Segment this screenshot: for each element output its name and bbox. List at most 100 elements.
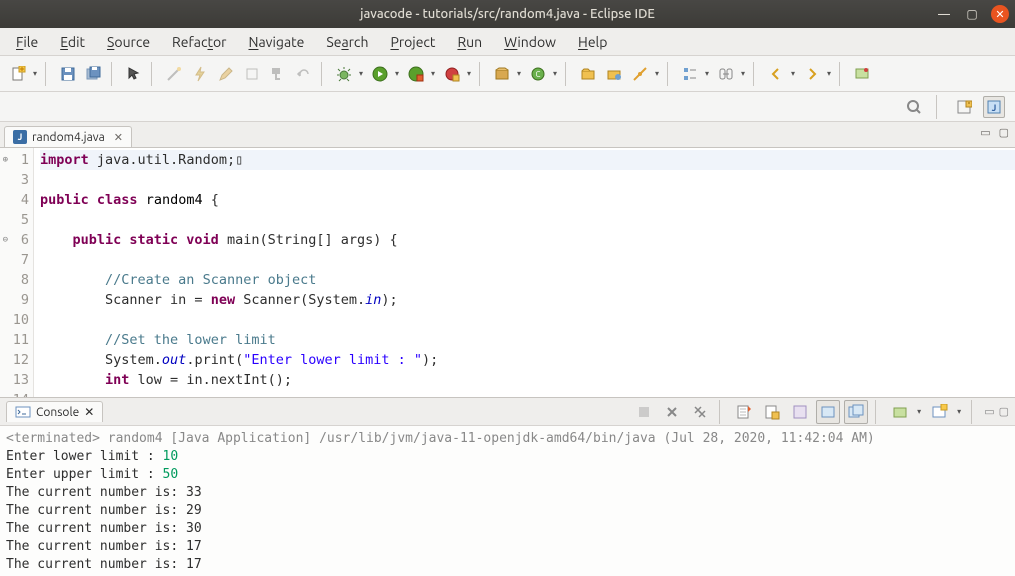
menu-search[interactable]: Search (316, 30, 378, 54)
maximize-pane-icon[interactable]: ▢ (999, 126, 1009, 139)
java-file-icon: J (13, 130, 27, 144)
remove-all-icon[interactable] (688, 400, 712, 424)
console-line: The current number is: 17 (6, 538, 1009, 556)
menu-refactor[interactable]: Refactor (162, 30, 236, 54)
run-last-button[interactable] (440, 62, 464, 86)
title-bar: javacode - tutorials/src/random4.java - … (0, 0, 1015, 28)
wand-icon[interactable] (162, 62, 186, 86)
paint-icon[interactable] (266, 62, 290, 86)
menu-bar: File Edit Source Refactor Navigate Searc… (0, 28, 1015, 56)
menu-help[interactable]: Help (568, 30, 617, 54)
pin-console-icon[interactable] (788, 400, 812, 424)
console-launch-header: <terminated> random4 [Java Application] … (6, 430, 1009, 448)
close-button[interactable]: ✕ (991, 5, 1009, 23)
coverage-button[interactable] (404, 62, 428, 86)
menu-edit[interactable]: Edit (50, 30, 95, 54)
debug-button[interactable] (332, 62, 356, 86)
scroll-lock-icon[interactable] (760, 400, 784, 424)
pointer-icon[interactable] (122, 62, 146, 86)
back-dropdown[interactable]: ▾ (788, 69, 798, 78)
console-maximize-icon[interactable]: ▢ (999, 405, 1009, 418)
editor-tab-bar: J random4.java ✕ ▭ ▢ (0, 122, 1015, 148)
back-button[interactable] (764, 62, 788, 86)
new-package-button[interactable] (490, 62, 514, 86)
undo-icon[interactable] (292, 62, 316, 86)
console-tab-close-icon[interactable]: ✕ (84, 405, 94, 419)
svg-text:J: J (992, 103, 997, 113)
run-button[interactable] (368, 62, 392, 86)
minimize-button[interactable]: — (935, 5, 953, 23)
pencil-icon[interactable] (214, 62, 238, 86)
open-type-button[interactable] (576, 62, 600, 86)
remove-launch-icon[interactable] (660, 400, 684, 424)
new-button[interactable] (6, 62, 30, 86)
new-class-button[interactable]: C (526, 62, 550, 86)
editor-tab-close-icon[interactable]: ✕ (114, 131, 123, 144)
quick-access-icon[interactable] (903, 96, 925, 118)
open-perspective-button[interactable] (953, 96, 975, 118)
console-line: The current number is: 33 (6, 484, 1009, 502)
new-console-icon[interactable] (928, 400, 952, 424)
search-button[interactable] (628, 62, 652, 86)
link-button[interactable] (714, 62, 738, 86)
console-line: Enter lower limit : 10 (6, 448, 1009, 466)
outline-dropdown[interactable]: ▾ (702, 69, 712, 78)
console-panel: Console ✕ ▾ ▾ ▭ ▢ <terminated> random4 [… (0, 398, 1015, 576)
box-icon[interactable] (240, 62, 264, 86)
run-last-dropdown[interactable]: ▾ (464, 69, 474, 78)
lightning-icon[interactable] (188, 62, 212, 86)
code-editor[interactable]: 1⊕3456⊖7891011121314 import java.util.Ra… (0, 148, 1015, 398)
menu-source[interactable]: Source (97, 30, 160, 54)
console-toolbar: ▾ ▾ ▭ ▢ (632, 400, 1009, 424)
debug-dropdown[interactable]: ▾ (356, 69, 366, 78)
save-button[interactable] (56, 62, 80, 86)
forward-button[interactable] (800, 62, 824, 86)
forward-dropdown[interactable]: ▾ (824, 69, 834, 78)
save-all-button[interactable] (82, 62, 106, 86)
menu-project[interactable]: Project (380, 30, 445, 54)
window-controls: — ▢ ✕ (935, 5, 1009, 23)
console-minimize-icon[interactable]: ▭ (984, 405, 994, 418)
new-package-dropdown[interactable]: ▾ (514, 69, 524, 78)
terminate-icon[interactable] (632, 400, 656, 424)
console-line: The current number is: 17 (6, 556, 1009, 574)
clear-console-icon[interactable] (732, 400, 756, 424)
new-dropdown[interactable]: ▾ (30, 69, 40, 78)
search-dropdown[interactable]: ▾ (652, 69, 662, 78)
new-console-dropdown[interactable]: ▾ (954, 407, 964, 416)
open-console-dropdown[interactable]: ▾ (914, 407, 924, 416)
code-area[interactable]: import java.util.Random;▯public class ra… (34, 148, 1015, 397)
svg-text:C: C (536, 70, 541, 79)
console-header: Console ✕ ▾ ▾ ▭ ▢ (0, 398, 1015, 426)
menu-file[interactable]: File (6, 30, 48, 54)
console-tab[interactable]: Console ✕ (6, 401, 103, 422)
console-line: Enter upper limit : 50 (6, 466, 1009, 484)
console-line: The current number is: 29 (6, 502, 1009, 520)
open-task-button[interactable] (602, 62, 626, 86)
outline-button[interactable] (678, 62, 702, 86)
editor-tab-label: random4.java (32, 131, 105, 144)
console-output[interactable]: <terminated> random4 [Java Application] … (0, 426, 1015, 576)
coverage-dropdown[interactable]: ▾ (428, 69, 438, 78)
perspective-toolbar: J (0, 92, 1015, 122)
main-toolbar: ▾ ▾ ▾ ▾ ▾ ▾ C ▾ ▾ ▾ ▾ ▾ ▾ (0, 56, 1015, 92)
link-dropdown[interactable]: ▾ (738, 69, 748, 78)
menu-run[interactable]: Run (447, 30, 492, 54)
menu-navigate[interactable]: Navigate (238, 30, 314, 54)
line-gutter: 1⊕3456⊖7891011121314 (0, 148, 34, 397)
maximize-button[interactable]: ▢ (963, 5, 981, 23)
console-tab-label: Console (36, 406, 79, 419)
console-line: The current number is: 30 (6, 520, 1009, 538)
window-title: javacode - tutorials/src/random4.java - … (360, 7, 655, 21)
display-selected-icon[interactable] (816, 400, 840, 424)
pin-button[interactable] (850, 62, 874, 86)
new-class-dropdown[interactable]: ▾ (550, 69, 560, 78)
java-perspective-button[interactable]: J (983, 96, 1005, 118)
run-dropdown[interactable]: ▾ (392, 69, 402, 78)
minimize-pane-icon[interactable]: ▭ (980, 126, 990, 139)
open-console-icon[interactable] (888, 400, 912, 424)
show-console-icon[interactable] (844, 400, 868, 424)
menu-window[interactable]: Window (494, 30, 566, 54)
editor-tab-random4[interactable]: J random4.java ✕ (4, 126, 132, 147)
console-icon (15, 404, 31, 420)
